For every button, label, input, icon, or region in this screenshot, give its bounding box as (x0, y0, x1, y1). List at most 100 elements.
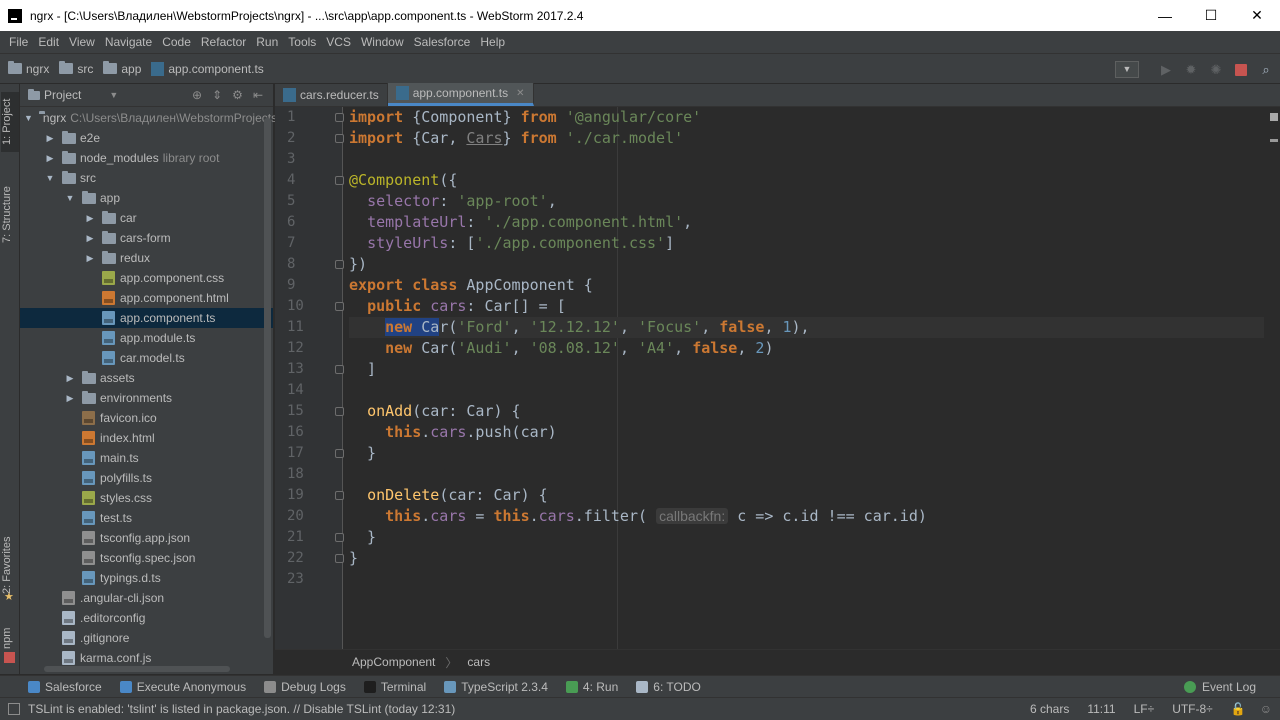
tree-item[interactable]: favicon.ico (20, 408, 273, 428)
code-line[interactable] (349, 464, 1264, 485)
fold-marker-icon[interactable] (335, 554, 344, 563)
minimize-button[interactable]: — (1142, 0, 1188, 31)
collapsed-arrow-icon[interactable]: ▶ (84, 253, 96, 264)
nav-crumb-app[interactable]: app (103, 61, 141, 76)
code-line[interactable] (349, 149, 1264, 170)
tab-app-component[interactable]: app.component.ts ✕ (387, 83, 534, 106)
code-line[interactable]: templateUrl: './app.component.html', (349, 212, 1264, 233)
fold-marker-icon[interactable] (335, 113, 344, 122)
coverage-icon[interactable]: ✺ (1208, 62, 1224, 78)
tree-item[interactable]: tsconfig.spec.json (20, 548, 273, 568)
nav-crumb-ngrx[interactable]: ngrx (8, 61, 49, 76)
tree-item[interactable]: ▶ redux (20, 248, 273, 268)
tree-item[interactable]: ▼ ngrx C:\Users\Владилен\WebstormProjects\… (20, 108, 304, 128)
tool-window-debug-logs[interactable]: Debug Logs (264, 680, 346, 694)
code-line[interactable]: } (349, 548, 1264, 569)
menu-item-navigate[interactable]: Navigate (100, 35, 157, 49)
lock-icon[interactable]: 🔓 (1231, 702, 1246, 716)
project-vertical-scrollbar[interactable] (264, 118, 271, 638)
tool-window-salesforce[interactable]: Salesforce (28, 680, 102, 694)
fold-marker-icon[interactable] (335, 491, 344, 500)
menu-item-refactor[interactable]: Refactor (196, 35, 251, 49)
menu-item-view[interactable]: View (64, 35, 100, 49)
breadcrumb-field[interactable]: cars (467, 655, 490, 669)
nav-crumb-file[interactable]: app.component.ts (151, 61, 264, 76)
code-line[interactable] (349, 569, 1264, 590)
project-view-selector[interactable]: Project (44, 88, 81, 102)
collapsed-arrow-icon[interactable]: ▶ (44, 133, 56, 144)
npm-side-tab[interactable]: npm (1, 624, 19, 652)
code-editor[interactable]: 1 2 3 4 5 6 7 8 9 10 11 12 13 14 15 16 17 18 19 20 21 22 23 im… (275, 107, 1280, 649)
project-horizontal-scrollbar[interactable] (44, 666, 230, 672)
error-stripe-mark[interactable] (1270, 139, 1278, 142)
tree-item[interactable]: styles.css (20, 488, 273, 508)
gear-icon[interactable]: ⚙ (232, 88, 243, 102)
tree-item[interactable]: ▶ car (20, 208, 273, 228)
code-line[interactable]: this.cars = this.cars.filter( callbackfn… (349, 506, 1264, 527)
search-everywhere-icon[interactable]: ⌕ (1258, 62, 1274, 78)
locate-file-icon[interactable]: ⊕ (192, 88, 202, 102)
fold-marker-icon[interactable] (335, 302, 344, 311)
tree-item[interactable]: karma.conf.js (20, 648, 273, 668)
close-button[interactable]: ✕ (1234, 0, 1280, 31)
tree-item[interactable]: .angular-cli.json (20, 588, 273, 608)
caret-position[interactable]: 11:11 (1087, 702, 1115, 716)
collapsed-arrow-icon[interactable]: ▶ (64, 393, 76, 404)
tree-item[interactable]: car.model.ts (20, 348, 273, 368)
collapse-all-icon[interactable]: ⇕ (212, 88, 222, 102)
tree-item[interactable]: .editorconfig (20, 608, 273, 628)
menu-item-window[interactable]: Window (356, 35, 409, 49)
tree-item[interactable]: ▶ e2e (20, 128, 273, 148)
menu-item-help[interactable]: Help (475, 35, 510, 49)
collapsed-arrow-icon[interactable]: ▶ (64, 373, 76, 384)
run-config-dropdown[interactable]: ▼ (1115, 61, 1139, 78)
menu-item-file[interactable]: File (4, 35, 33, 49)
tool-window-execute-anonymous[interactable]: Execute Anonymous (119, 680, 246, 694)
code-lines[interactable]: import {Component} from '@angular/core' … (349, 107, 1264, 590)
code-line[interactable]: this.cars.push(car) (349, 422, 1264, 443)
inspection-status-icon[interactable] (1270, 113, 1278, 121)
tree-item[interactable]: ▶ assets (20, 368, 273, 388)
close-tab-icon[interactable]: ✕ (516, 88, 524, 99)
code-line[interactable]: } (349, 527, 1264, 548)
tool-window-6-todo[interactable]: 6: TODO (636, 680, 701, 694)
tab-cars-reducer[interactable]: cars.reducer.ts (275, 83, 388, 106)
menu-item-tools[interactable]: Tools (283, 35, 321, 49)
status-message[interactable]: TSLint is enabled: 'tslint' is listed in… (28, 702, 455, 716)
fold-marker-icon[interactable] (335, 134, 344, 143)
menu-item-run[interactable]: Run (251, 35, 283, 49)
tool-windows-toggle-icon[interactable] (8, 703, 20, 715)
nav-crumb-src[interactable]: src (59, 61, 93, 76)
code-line[interactable]: import {Car, Cars} from './car.model' (349, 128, 1264, 149)
stop-icon[interactable] (1233, 62, 1249, 78)
expanded-arrow-icon[interactable]: ▼ (24, 113, 33, 123)
menu-item-vcs[interactable]: VCS (321, 35, 356, 49)
tree-item[interactable]: typings.d.ts (20, 568, 273, 588)
code-line[interactable]: ] (349, 359, 1264, 380)
code-line[interactable]: } (349, 443, 1264, 464)
tree-item[interactable]: main.ts (20, 448, 273, 468)
code-line[interactable]: onAdd(car: Car) { (349, 401, 1264, 422)
collapsed-arrow-icon[interactable]: ▶ (84, 213, 96, 224)
tree-item[interactable]: ▼ src (20, 168, 273, 188)
code-line[interactable]: import {Component} from '@angular/core' (349, 107, 1264, 128)
line-separator[interactable]: LF÷ (1134, 702, 1155, 716)
event-log-button[interactable]: Event Log (1183, 676, 1256, 698)
code-line[interactable]: }) (349, 254, 1264, 275)
project-side-tab[interactable]: 1: Project (1, 92, 19, 152)
code-line[interactable]: styleUrls: ['./app.component.css'] (349, 233, 1264, 254)
debug-icon[interactable]: ✹ (1183, 62, 1199, 78)
tree-item[interactable]: ▼ app (20, 188, 273, 208)
code-line[interactable]: selector: 'app-root', (349, 191, 1264, 212)
menu-item-code[interactable]: Code (157, 35, 196, 49)
tree-item[interactable]: app.component.ts (20, 308, 273, 328)
error-stripe[interactable] (1268, 107, 1280, 649)
code-line[interactable]: @Component({ (349, 170, 1264, 191)
tree-item[interactable]: polyfills.ts (20, 468, 273, 488)
tree-item[interactable]: app.module.ts (20, 328, 273, 348)
fold-marker-icon[interactable] (335, 407, 344, 416)
menu-item-salesforce[interactable]: Salesforce (409, 35, 476, 49)
collapsed-arrow-icon[interactable]: ▶ (44, 153, 56, 164)
fold-marker-icon[interactable] (335, 260, 344, 269)
run-icon[interactable]: ▶ (1158, 62, 1174, 78)
